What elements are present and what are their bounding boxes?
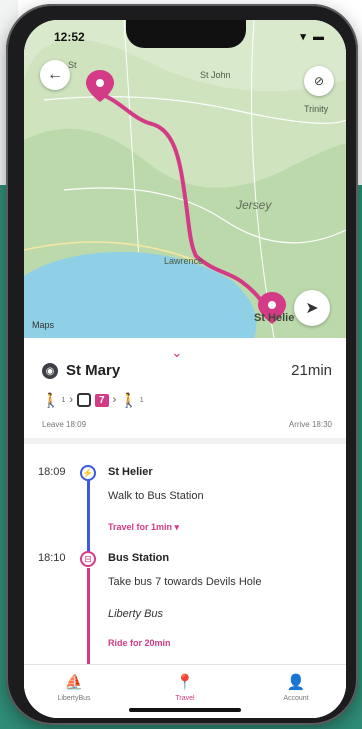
tab-label: Travel	[175, 695, 195, 702]
journey-timeline: 18:09 ⚡ St Helier Walk to Bus Station Tr…	[24, 444, 346, 678]
leg-separator-icon: ›	[112, 394, 117, 406]
route-panel: ⌄ ◉ St Mary 21min 🚶 1 › 7 › 🚶 1 Leave 18…	[24, 338, 346, 718]
travel-duration-toggle[interactable]: Travel for 1min ▾	[108, 522, 179, 533]
route-legs: 🚶 1 › 7 › 🚶 1	[42, 390, 144, 410]
step-time: 18:10	[38, 552, 66, 564]
navigation-arrow-icon: ➤	[305, 300, 319, 317]
back-button[interactable]: ←	[40, 60, 70, 90]
map-label-st-john: St John	[200, 70, 231, 80]
back-arrow-icon: ←	[47, 66, 63, 83]
step-body: Take bus 7 towards Devils Hole	[108, 576, 262, 588]
route-duration: 21min	[291, 362, 332, 379]
sail-icon: ⛵	[64, 674, 84, 691]
walk-line	[87, 476, 90, 556]
walk-leg-sub: 1	[61, 396, 66, 404]
app-screen: 12:52 ▾ ▬ St St John Trinity Jersey Lawr…	[24, 20, 346, 718]
person-icon: 👤	[286, 674, 306, 691]
destination-icon: ◉	[42, 363, 58, 379]
status-time: 12:52	[54, 30, 85, 44]
walk-icon: 🚶	[42, 391, 60, 408]
map-pin-icon: 📍	[175, 674, 195, 691]
status-bar: 12:52 ▾ ▬	[54, 30, 326, 48]
tab-libertybus[interactable]: ⛵ LibertyBus	[34, 673, 114, 702]
step-title: Bus Station	[108, 552, 170, 564]
maps-attribution: Maps	[32, 320, 55, 330]
bus-number-badge: 7	[95, 393, 109, 407]
ride-duration-link[interactable]: Ride for 20min	[108, 638, 171, 648]
bus-stop-off-icon: ⊘	[313, 74, 325, 88]
bus-step-icon: ⊟	[80, 551, 96, 567]
route-header: ◉ St Mary 21min	[42, 360, 332, 384]
home-indicator[interactable]	[129, 708, 241, 712]
map-label-jersey: Jersey	[236, 198, 272, 212]
step-body: Walk to Bus Station	[108, 490, 204, 502]
step-time: 18:09	[38, 466, 66, 478]
bus-icon	[77, 393, 92, 407]
tab-account[interactable]: 👤 Account	[256, 673, 336, 702]
panel-handle-chevron-icon[interactable]: ⌄	[171, 344, 183, 361]
map-view[interactable]: 12:52 ▾ ▬ St St John Trinity Jersey Lawr…	[24, 20, 346, 338]
map-layers-button[interactable]: ⊘	[304, 66, 334, 96]
tab-travel[interactable]: 📍 Travel	[145, 673, 225, 702]
leave-time: Leave 18:09	[42, 420, 87, 429]
bus-operator: Liberty Bus	[108, 608, 164, 620]
my-location-button[interactable]: ➤	[294, 290, 330, 326]
destination-name: St Mary	[66, 362, 121, 379]
walk-leg-sub: 1	[139, 396, 144, 404]
tab-label: LibertyBus	[57, 695, 91, 702]
map-label-st-ouen: St	[68, 60, 77, 70]
map-label-lawrence: Lawrence	[164, 256, 204, 266]
tab-label: Account	[283, 695, 309, 702]
phone-frame: 12:52 ▾ ▬ St St John Trinity Jersey Lawr…	[6, 4, 358, 725]
map-label-st-helier: St Helie	[254, 312, 295, 324]
leg-separator-icon: ›	[69, 394, 74, 406]
arrive-time: Arrive 18:30	[288, 420, 332, 429]
map-label-trinity: Trinity	[304, 104, 329, 114]
bus-line	[87, 568, 90, 678]
walk-step-icon: ⚡	[80, 465, 96, 481]
status-icons: ▾ ▬	[300, 31, 326, 43]
walk-icon: 🚶	[120, 391, 138, 408]
step-title: St Helier	[108, 466, 153, 478]
